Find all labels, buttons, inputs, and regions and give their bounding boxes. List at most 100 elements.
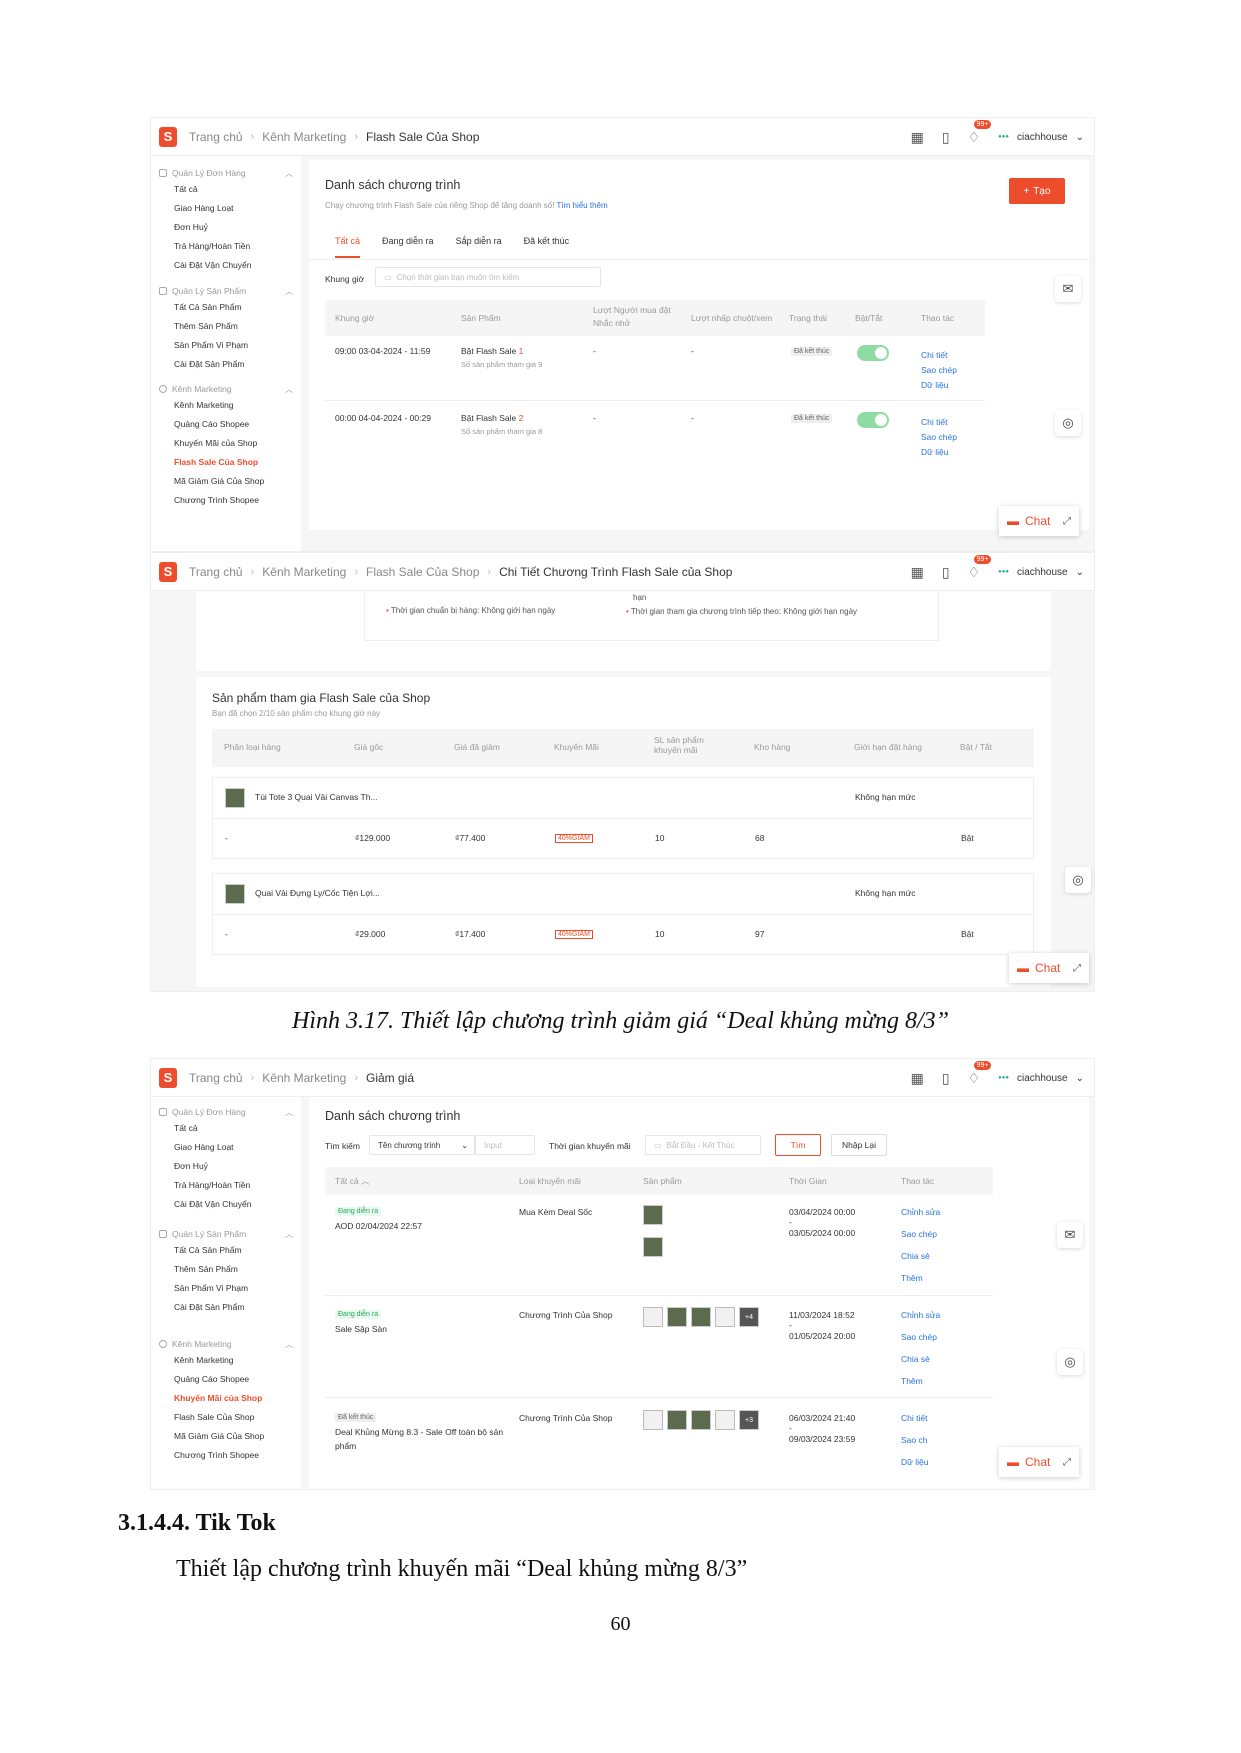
copy-link[interactable]: Sao chép	[921, 431, 957, 444]
share-link[interactable]: Chia sẻ	[901, 1250, 930, 1263]
tab-upcoming[interactable]: Sắp diễn ra	[456, 236, 502, 258]
shopee-logo-icon[interactable]: S	[159, 126, 177, 147]
product-name[interactable]: Túi Tote 3 Quai Vải Canvas Th...	[255, 791, 378, 804]
sidebar-item[interactable]: Sản Phẩm Vi Phạm	[159, 1279, 293, 1298]
sidebar-section-title[interactable]: Quản Lý Sản Phẩm	[172, 286, 246, 296]
bell-icon[interactable]: ♢ 99+	[968, 1060, 992, 1087]
sidebar-item[interactable]: Kênh Marketing	[159, 396, 293, 415]
sidebar-item[interactable]: Flash Sale Của Shop	[159, 1408, 293, 1427]
sidebar-item[interactable]: Cài Đặt Vận Chuyển	[159, 1195, 293, 1214]
data-link[interactable]: Dữ liệu	[921, 379, 948, 392]
sidebar-item[interactable]: Thêm Sản Phẩm	[159, 317, 293, 336]
sidebar-section-title[interactable]: Quản Lý Sản Phẩm	[172, 1229, 246, 1239]
copy-link[interactable]: Sao chép	[921, 364, 957, 377]
chat-button[interactable]: ▬ Chat ⤢	[1009, 953, 1089, 983]
apps-grid-icon[interactable]: ▦	[911, 1070, 924, 1087]
sidebar-item-active[interactable]: Khuyến Mãi của Shop	[159, 1389, 293, 1408]
sidebar-item[interactable]: Sản Phẩm Vi Phạm	[159, 336, 293, 355]
detail-link[interactable]: Chi tiết	[921, 349, 947, 362]
reset-button[interactable]: Nhập Lại	[831, 1134, 887, 1156]
sidebar-section-title[interactable]: Quản Lý Đơn Hàng	[172, 168, 246, 178]
sidebar-item[interactable]: Trả Hàng/Hoàn Tiền	[159, 1176, 293, 1195]
share-link[interactable]: Chia sẻ	[901, 1353, 930, 1366]
search-input[interactable]: Input	[475, 1135, 535, 1155]
edit-link[interactable]: Chỉnh sửa	[901, 1206, 940, 1219]
sidebar-item[interactable]: Quảng Cáo Shopee	[159, 1370, 293, 1389]
tab-all[interactable]: Tất cả	[335, 236, 361, 258]
apps-grid-icon[interactable]: ▦	[911, 129, 924, 146]
chevron-up-icon[interactable]: ︿	[285, 1339, 293, 1350]
sidebar-item-active[interactable]: Flash Sale Của Shop	[159, 453, 293, 472]
sidebar-item[interactable]: Cài Đặt Vận Chuyển	[159, 256, 293, 275]
detail-link[interactable]: Chi tiết	[901, 1412, 927, 1425]
sidebar-item[interactable]: Đơn Huỷ	[159, 1157, 293, 1176]
shopee-logo-icon[interactable]: S	[159, 1067, 177, 1088]
more-products-badge[interactable]: +4	[739, 1307, 759, 1327]
chat-button[interactable]: ▬ Chat ⤢	[999, 506, 1079, 536]
data-link[interactable]: Dữ liệu	[921, 446, 948, 459]
enable-toggle[interactable]	[857, 412, 889, 428]
chevron-up-icon[interactable]: ︿	[285, 168, 293, 179]
breadcrumb-home[interactable]: Trang chủ	[189, 1071, 243, 1085]
sidebar-item[interactable]: Đơn Huỷ	[159, 218, 293, 237]
learn-more-link[interactable]: Tìm hiểu thêm	[557, 201, 608, 210]
sidebar-item[interactable]: Mã Giảm Giá Của Shop	[159, 472, 293, 491]
breadcrumb-home[interactable]: Trang chủ	[189, 130, 243, 144]
product-name[interactable]: Quai Vải Đựng Ly/Cốc Tiện Lợi...	[255, 887, 380, 900]
bell-icon[interactable]: ♢ 99+	[968, 554, 992, 581]
sidebar-item[interactable]: Chương Trình Shopee	[159, 491, 293, 510]
support-icon[interactable]: ◎	[1055, 410, 1081, 436]
col-header-all[interactable]: Tất cả ︿	[335, 1175, 370, 1188]
sidebar-item[interactable]: Cài Đặt Sản Phẩm	[159, 355, 293, 374]
sidebar-item[interactable]: Thêm Sản Phẩm	[159, 1260, 293, 1279]
sidebar-item[interactable]: Trả Hàng/Hoàn Tiền	[159, 237, 293, 256]
sidebar-item[interactable]: Tất Cả Sản Phẩm	[159, 1241, 293, 1260]
chevron-up-icon[interactable]: ︿	[285, 286, 293, 297]
chat-button[interactable]: ▬ Chat ⤢	[999, 1447, 1079, 1477]
slot-picker[interactable]: ▭ Chọn thời gian bạn muốn tìm kiếm	[375, 267, 601, 287]
sidebar-section-title[interactable]: Kênh Marketing	[172, 384, 232, 394]
book-icon[interactable]: ▯	[942, 129, 950, 146]
expand-icon[interactable]: ⤢	[1073, 963, 1081, 974]
breadcrumb-home[interactable]: Trang chủ	[189, 565, 243, 579]
book-icon[interactable]: ▯	[942, 564, 950, 581]
sidebar-item[interactable]: Giao Hàng Loạt	[159, 199, 293, 218]
expand-icon[interactable]: ⤢	[1063, 1457, 1071, 1468]
chevron-up-icon[interactable]: ︿	[285, 1107, 293, 1118]
more-link[interactable]: Thêm	[901, 1375, 923, 1388]
sidebar-item[interactable]: Tất Cả Sản Phẩm	[159, 298, 293, 317]
bell-icon[interactable]: ♢ 99+	[968, 119, 992, 146]
copy-link[interactable]: Sao chép	[901, 1228, 937, 1241]
find-button[interactable]: Tìm	[775, 1134, 821, 1156]
chevron-up-icon[interactable]: ︿	[285, 1229, 293, 1240]
copy-link[interactable]: Sao chép	[901, 1331, 937, 1344]
breadcrumb-flash-sale[interactable]: Flash Sale Của Shop	[366, 565, 479, 579]
support-icon[interactable]: ◎	[1057, 1349, 1083, 1375]
data-link[interactable]: Dữ liệu	[901, 1456, 928, 1469]
copy-link[interactable]: Sao ch	[901, 1434, 927, 1447]
breadcrumb-marketing[interactable]: Kênh Marketing	[262, 565, 346, 579]
tab-ongoing[interactable]: Đang diễn ra	[382, 236, 434, 258]
sidebar-item[interactable]: Tất cả	[159, 1119, 293, 1138]
shop-menu[interactable]: ●●● ciachhouse ⌄	[998, 1073, 1084, 1084]
breadcrumb-marketing[interactable]: Kênh Marketing	[262, 1071, 346, 1085]
apps-grid-icon[interactable]: ▦	[911, 564, 924, 581]
date-range-picker[interactable]: ▭ Bắt Đầu - Kết Thúc	[645, 1135, 761, 1155]
sidebar-item[interactable]: Kênh Marketing	[159, 1351, 293, 1370]
sidebar-item[interactable]: Cài Đặt Sản Phẩm	[159, 1298, 293, 1317]
expand-icon[interactable]: ⤢	[1063, 516, 1071, 527]
sidebar-item[interactable]: Tất cả	[159, 180, 293, 199]
sidebar-item[interactable]: Chương Trình Shopee	[159, 1446, 293, 1465]
edit-link[interactable]: Chỉnh sửa	[901, 1309, 940, 1322]
search-type-select[interactable]: Tên chương trình ⌄	[369, 1135, 475, 1155]
sidebar-section-title[interactable]: Kênh Marketing	[172, 1339, 232, 1349]
sidebar-item[interactable]: Giao Hàng Loạt	[159, 1138, 293, 1157]
chevron-up-icon[interactable]: ︿	[285, 384, 293, 395]
sidebar-item[interactable]: Khuyến Mãi của Shop	[159, 434, 293, 453]
message-icon[interactable]: ✉	[1057, 1222, 1083, 1248]
sidebar-section-title[interactable]: Quản Lý Đơn Hàng	[172, 1107, 246, 1117]
sidebar-item[interactable]: Quảng Cáo Shopee	[159, 415, 293, 434]
shop-menu[interactable]: ●●● ciachhouse ⌄	[998, 567, 1084, 578]
breadcrumb-marketing[interactable]: Kênh Marketing	[262, 130, 346, 144]
create-button[interactable]: + Tạo	[1009, 178, 1065, 204]
